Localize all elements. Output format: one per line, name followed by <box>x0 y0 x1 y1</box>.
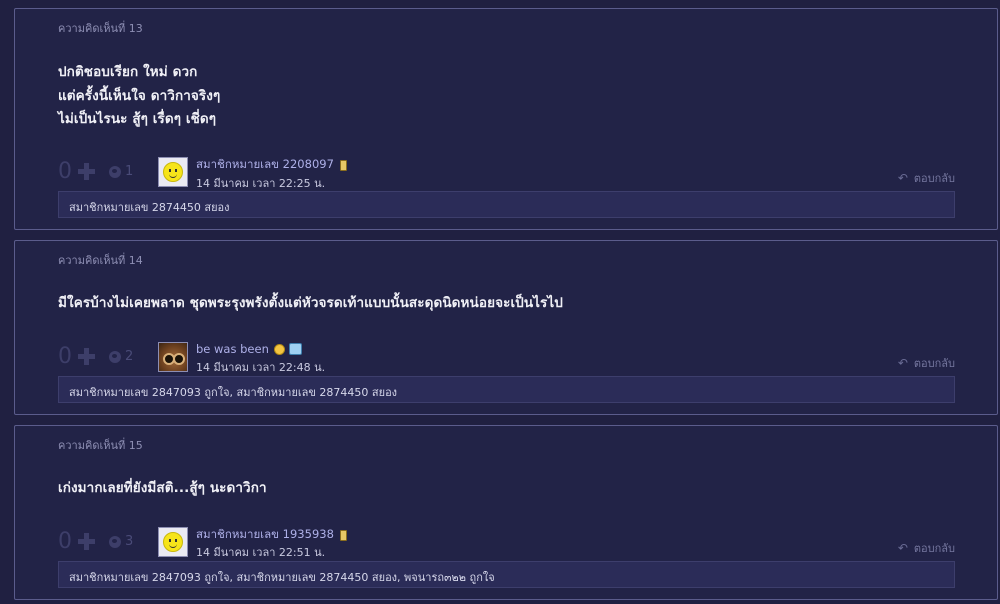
plus-vote-icon[interactable] <box>78 163 95 180</box>
comment-card: ความคิดเห็นที่ 15 เก่งมากเลยที่ยังมีสติ.… <box>14 425 998 600</box>
emotion-icon[interactable] <box>109 535 121 548</box>
username-row: สมาชิกหมายเลข 1935938 <box>196 526 347 544</box>
comment-number: ความคิดเห็นที่ 15 <box>58 439 143 452</box>
emotion-count: 2 <box>125 349 134 364</box>
comment-line: แต่ครั้งนี้เห็นใจ ดาวิกาจริงๆ <box>58 87 221 104</box>
comment-body: มีใครบ้างไม่เคยพลาด ชุดพระรุงพรังตั้งแต่… <box>58 292 563 316</box>
mobile-icon <box>339 529 347 541</box>
comment-number: ความคิดเห็นที่ 14 <box>58 254 143 267</box>
avatar[interactable] <box>158 527 188 557</box>
comment-line: ปกติชอบเรียก ใหม่ ดวก <box>58 64 198 80</box>
emotion-icon[interactable] <box>109 350 121 363</box>
reactions-bar: สมาชิกหมายเลข 2847093 ถูกใจ, สมาชิกหมายเ… <box>58 561 955 588</box>
post-date: 14 มีนาคม เวลา 22:51 น. <box>196 546 326 559</box>
emotion-count: 3 <box>125 534 134 549</box>
comment-body: ปกติชอบเรียก ใหม่ ดวก แต่ครั้งนี้เห็นใจ … <box>58 61 220 132</box>
smiley-avatar-icon <box>163 532 183 552</box>
vote-score: 0 <box>58 159 72 184</box>
reply-button[interactable]: ↶ ตอบกลับ <box>898 169 955 187</box>
comment-number: ความคิดเห็นที่ 13 <box>58 22 143 35</box>
reactions-bar: สมาชิกหมายเลข 2874450 สยอง <box>58 191 955 218</box>
vote-score: 0 <box>58 344 72 369</box>
emotion-count: 1 <box>125 164 134 179</box>
post-date: 14 มีนาคม เวลา 22:25 น. <box>196 177 326 190</box>
post-date: 14 มีนาคม เวลา 22:48 น. <box>196 361 326 374</box>
username-link[interactable]: สมาชิกหมายเลข 2208097 <box>196 156 334 174</box>
plus-vote-icon[interactable] <box>78 533 95 550</box>
comment-line: มีใครบ้างไม่เคยพลาด ชุดพระรุงพรังตั้งแต่… <box>58 295 563 311</box>
reactions-bar: สมาชิกหมายเลข 2847093 ถูกใจ, สมาชิกหมายเ… <box>58 376 955 403</box>
plus-vote-icon[interactable] <box>78 348 95 365</box>
username-link[interactable]: สมาชิกหมายเลข 1935938 <box>196 526 334 544</box>
vote-score: 0 <box>58 529 72 554</box>
mobile-icon <box>339 159 347 171</box>
username-link[interactable]: be was been <box>196 342 269 356</box>
comment-line: ไม่เป็นไรนะ สู้ๆ เรื่ดๆ เชี่ดๆ <box>58 111 217 127</box>
vote-bar: 0 3 <box>58 529 133 554</box>
reply-arrow-icon: ↶ <box>897 541 908 555</box>
reply-label: ตอบกลับ <box>913 542 955 555</box>
reply-arrow-icon: ↶ <box>897 356 908 370</box>
comment-body: เก่งมากเลยที่ยังมีสติ...สู้ๆ นะดาวิกา <box>58 477 267 501</box>
vote-bar: 0 2 <box>58 344 133 369</box>
reply-button[interactable]: ↶ ตอบกลับ <box>898 354 955 372</box>
avatar[interactable] <box>158 157 188 187</box>
emotion-icon[interactable] <box>109 165 121 178</box>
username-row: be was been <box>196 342 302 356</box>
reply-button[interactable]: ↶ ตอบกลับ <box>898 539 955 557</box>
owl-avatar-icon <box>159 343 187 371</box>
avatar[interactable] <box>158 342 188 372</box>
comment-card: ความคิดเห็นที่ 13 ปกติชอบเรียก ใหม่ ดวก … <box>14 8 998 230</box>
laugh-emoji-icon <box>273 343 285 355</box>
comment-line: เก่งมากเลยที่ยังมีสติ...สู้ๆ นะดาวิกา <box>58 480 267 496</box>
smiley-avatar-icon <box>163 162 183 182</box>
username-row: สมาชิกหมายเลข 2208097 <box>196 156 347 174</box>
reply-label: ตอบกลับ <box>913 172 955 185</box>
reply-label: ตอบกลับ <box>913 357 955 370</box>
computer-icon <box>288 343 302 355</box>
comment-card: ความคิดเห็นที่ 14 มีใครบ้างไม่เคยพลาด ชุ… <box>14 240 998 415</box>
vote-bar: 0 1 <box>58 159 133 184</box>
reply-arrow-icon: ↶ <box>897 171 908 185</box>
